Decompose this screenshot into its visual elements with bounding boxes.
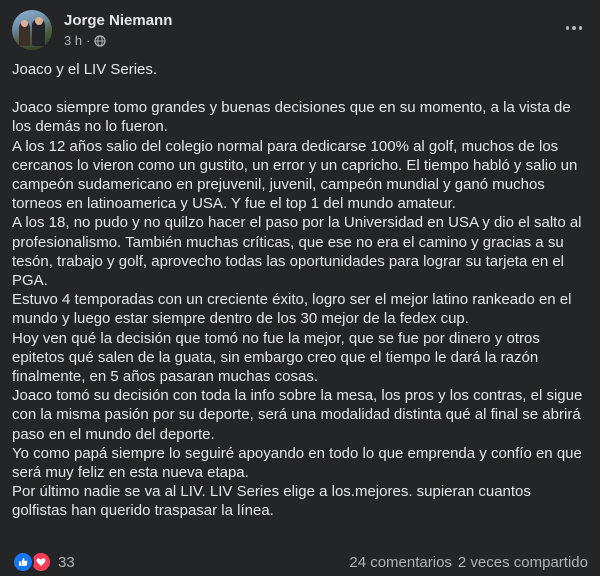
post-paragraph: A los 18, no pudo y no quilzo hacer el p… bbox=[12, 214, 582, 290]
post-paragraph: Yo como papá siempre lo seguiré apoyando… bbox=[12, 444, 582, 482]
author-name[interactable]: Jorge Niemann bbox=[64, 12, 172, 29]
shares-count[interactable]: 2 veces compartido bbox=[458, 554, 588, 571]
post-paragraph: Por último nadie se va al LIV. LIV Serie… bbox=[12, 483, 531, 520]
post-meta: 3 h · bbox=[64, 33, 107, 48]
reactions-summary[interactable]: 33 bbox=[12, 551, 75, 573]
post-paragraph: A los 12 años salio del colegio normal p… bbox=[12, 137, 578, 213]
post-paragraph: Hoy ven qué la decisión que tomó no fue … bbox=[12, 329, 540, 386]
post-stats: 24 comentarios 2 veces compartido bbox=[349, 554, 588, 571]
post-paragraph: Joaco y el LIV Series. bbox=[12, 61, 158, 78]
post-paragraph: Estuvo 4 temporadas con un creciente éxi… bbox=[12, 291, 572, 328]
post-paragraph: Joaco siempre tomo grandes y buenas deci… bbox=[12, 99, 571, 136]
globe-icon bbox=[94, 34, 107, 47]
meta-separator: · bbox=[86, 33, 91, 48]
reaction-count[interactable]: 33 bbox=[58, 554, 75, 571]
avatar[interactable] bbox=[12, 10, 52, 50]
comments-count[interactable]: 24 comentarios bbox=[349, 554, 452, 571]
post-time[interactable]: 3 h bbox=[64, 33, 82, 48]
post-paragraph: Joaco tomó su decisión con toda la info … bbox=[12, 387, 583, 443]
facebook-post: Jorge Niemann 3 h · Joaco y el LIV Serie… bbox=[0, 0, 600, 576]
post-header: Jorge Niemann 3 h · bbox=[12, 10, 588, 54]
post-body: Joaco y el LIV Series. Joaco siempre tom… bbox=[12, 60, 590, 521]
post-footer: 33 24 comentarios 2 veces compartido bbox=[12, 550, 588, 574]
like-reaction-icon bbox=[12, 551, 34, 573]
more-options-icon[interactable] bbox=[560, 14, 588, 42]
